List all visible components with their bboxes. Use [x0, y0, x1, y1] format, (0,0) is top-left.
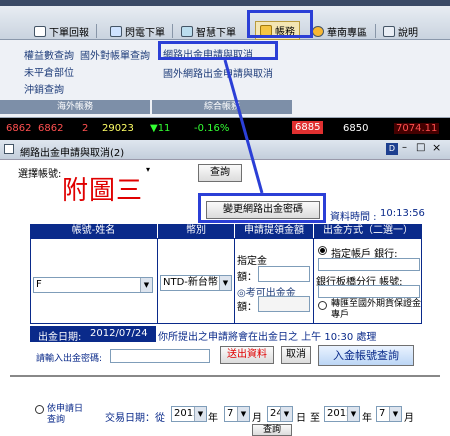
to-label: 至 — [310, 413, 320, 424]
chevron-down-icon: ▼ — [280, 407, 292, 421]
password-input[interactable] — [110, 349, 210, 363]
cancel-button[interactable]: 取消 — [281, 346, 311, 364]
header-currency: 幣別 — [158, 224, 234, 238]
chevron-down-icon: ▼ — [237, 407, 249, 421]
query-option-label: 依申請日查詢 — [47, 404, 84, 425]
radio-dot — [320, 248, 325, 253]
amount-label-2: 額： — [237, 272, 257, 283]
section-divider — [10, 375, 440, 377]
cell-divider — [313, 238, 314, 324]
cell-divider — [157, 238, 158, 324]
amount-input[interactable] — [258, 266, 310, 282]
chevron-down-icon: ▼ — [194, 407, 206, 421]
start-day-select[interactable]: 24 ▼ — [267, 406, 293, 422]
method-1-radio[interactable] — [318, 246, 327, 255]
header-account: 帳號-姓名 — [30, 224, 157, 238]
end-year-select[interactable]: 2012 ▼ — [324, 406, 360, 422]
query-option-radio[interactable] — [35, 405, 44, 414]
bank-input[interactable] — [318, 258, 420, 271]
password-label: 請輸入出金密碼: — [36, 354, 103, 364]
start-year-select[interactable]: 2012 ▼ — [171, 406, 207, 422]
cell-divider — [234, 238, 235, 324]
bank-account-input[interactable] — [318, 285, 420, 298]
account-select-value: F — [36, 279, 42, 290]
year-unit: 年 — [208, 413, 218, 424]
start-month-value: 7 — [227, 408, 234, 419]
month-unit: 月 — [252, 413, 262, 424]
currency-select-value: NTD-新台幣 — [163, 277, 218, 288]
withdraw-date: 2012/07/24 — [90, 328, 148, 339]
withdraw-notice: 你所提出之申請將會在出金日之 上午 10:30 處理 — [158, 332, 377, 343]
deposit-account-query-button[interactable]: 入金帳號查詢 — [318, 345, 414, 366]
method-2-label: 轉匯至國外期貨保證金專戶 — [331, 299, 422, 320]
withdraw-date-label: 出金日期: — [38, 332, 82, 343]
header-method: 出金方式（二選一） — [314, 224, 422, 238]
reference-amount-field — [258, 296, 310, 312]
reference-amount-label: 額： — [237, 302, 257, 313]
amount-label-1: 指定金 — [237, 256, 267, 267]
currency-select[interactable]: NTD-新台幣 ▼ — [160, 275, 232, 291]
trade-date-label: 交易日期：從 — [105, 413, 165, 424]
day-unit: 日 — [296, 413, 306, 424]
account-select[interactable]: F ▼ — [33, 277, 153, 293]
year-unit: 年 — [362, 413, 372, 424]
month-unit: 月 — [404, 413, 414, 424]
chevron-down-icon: ▼ — [347, 407, 359, 421]
chevron-down-icon: ▼ — [140, 278, 152, 292]
method-2-radio[interactable] — [318, 301, 327, 310]
end-month-value: 7 — [379, 408, 386, 419]
submit-button[interactable]: 送出資料 — [220, 346, 274, 364]
end-month-select[interactable]: 7 ▼ — [376, 406, 402, 422]
annotation-arrow — [223, 59, 264, 194]
chevron-down-icon: ▼ — [389, 407, 401, 421]
chevron-down-icon: ▼ — [219, 276, 231, 290]
start-month-select[interactable]: 7 ▼ — [224, 406, 250, 422]
query-button-2[interactable]: 查詢 — [252, 424, 292, 436]
header-amount: 申請提領金額 — [235, 224, 313, 238]
